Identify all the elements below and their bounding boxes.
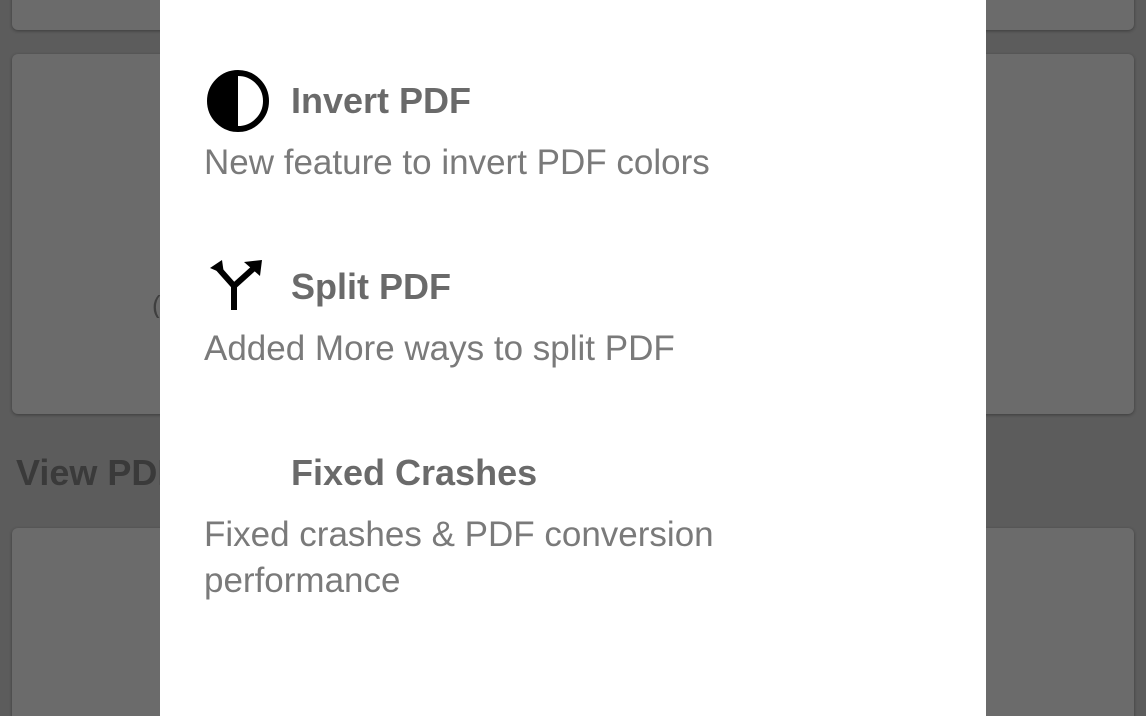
feature-title: Invert PDF xyxy=(291,80,472,121)
feature-item-fixed-crashes: Fixed Crashes Fixed crashes & PDF conver… xyxy=(204,438,944,604)
contrast-icon xyxy=(204,66,270,136)
blank-icon xyxy=(204,438,270,508)
feature-title: Split PDF xyxy=(291,266,451,307)
feature-description: Added More ways to split PDF xyxy=(204,329,675,368)
feature-description: New feature to invert PDF colors xyxy=(204,143,710,182)
background-section-title: View PDF xyxy=(16,452,180,493)
whats-new-dialog: Invert PDF New feature to invert PDF col… xyxy=(160,0,986,716)
feature-title: Fixed Crashes xyxy=(291,452,538,493)
feature-item-split-pdf: Split PDF Added More ways to split PDF xyxy=(204,252,944,372)
split-arrows-icon xyxy=(204,252,270,322)
feature-description: Fixed crashes & PDF conversion performan… xyxy=(204,515,714,600)
feature-item-invert-pdf: Invert PDF New feature to invert PDF col… xyxy=(204,66,944,186)
